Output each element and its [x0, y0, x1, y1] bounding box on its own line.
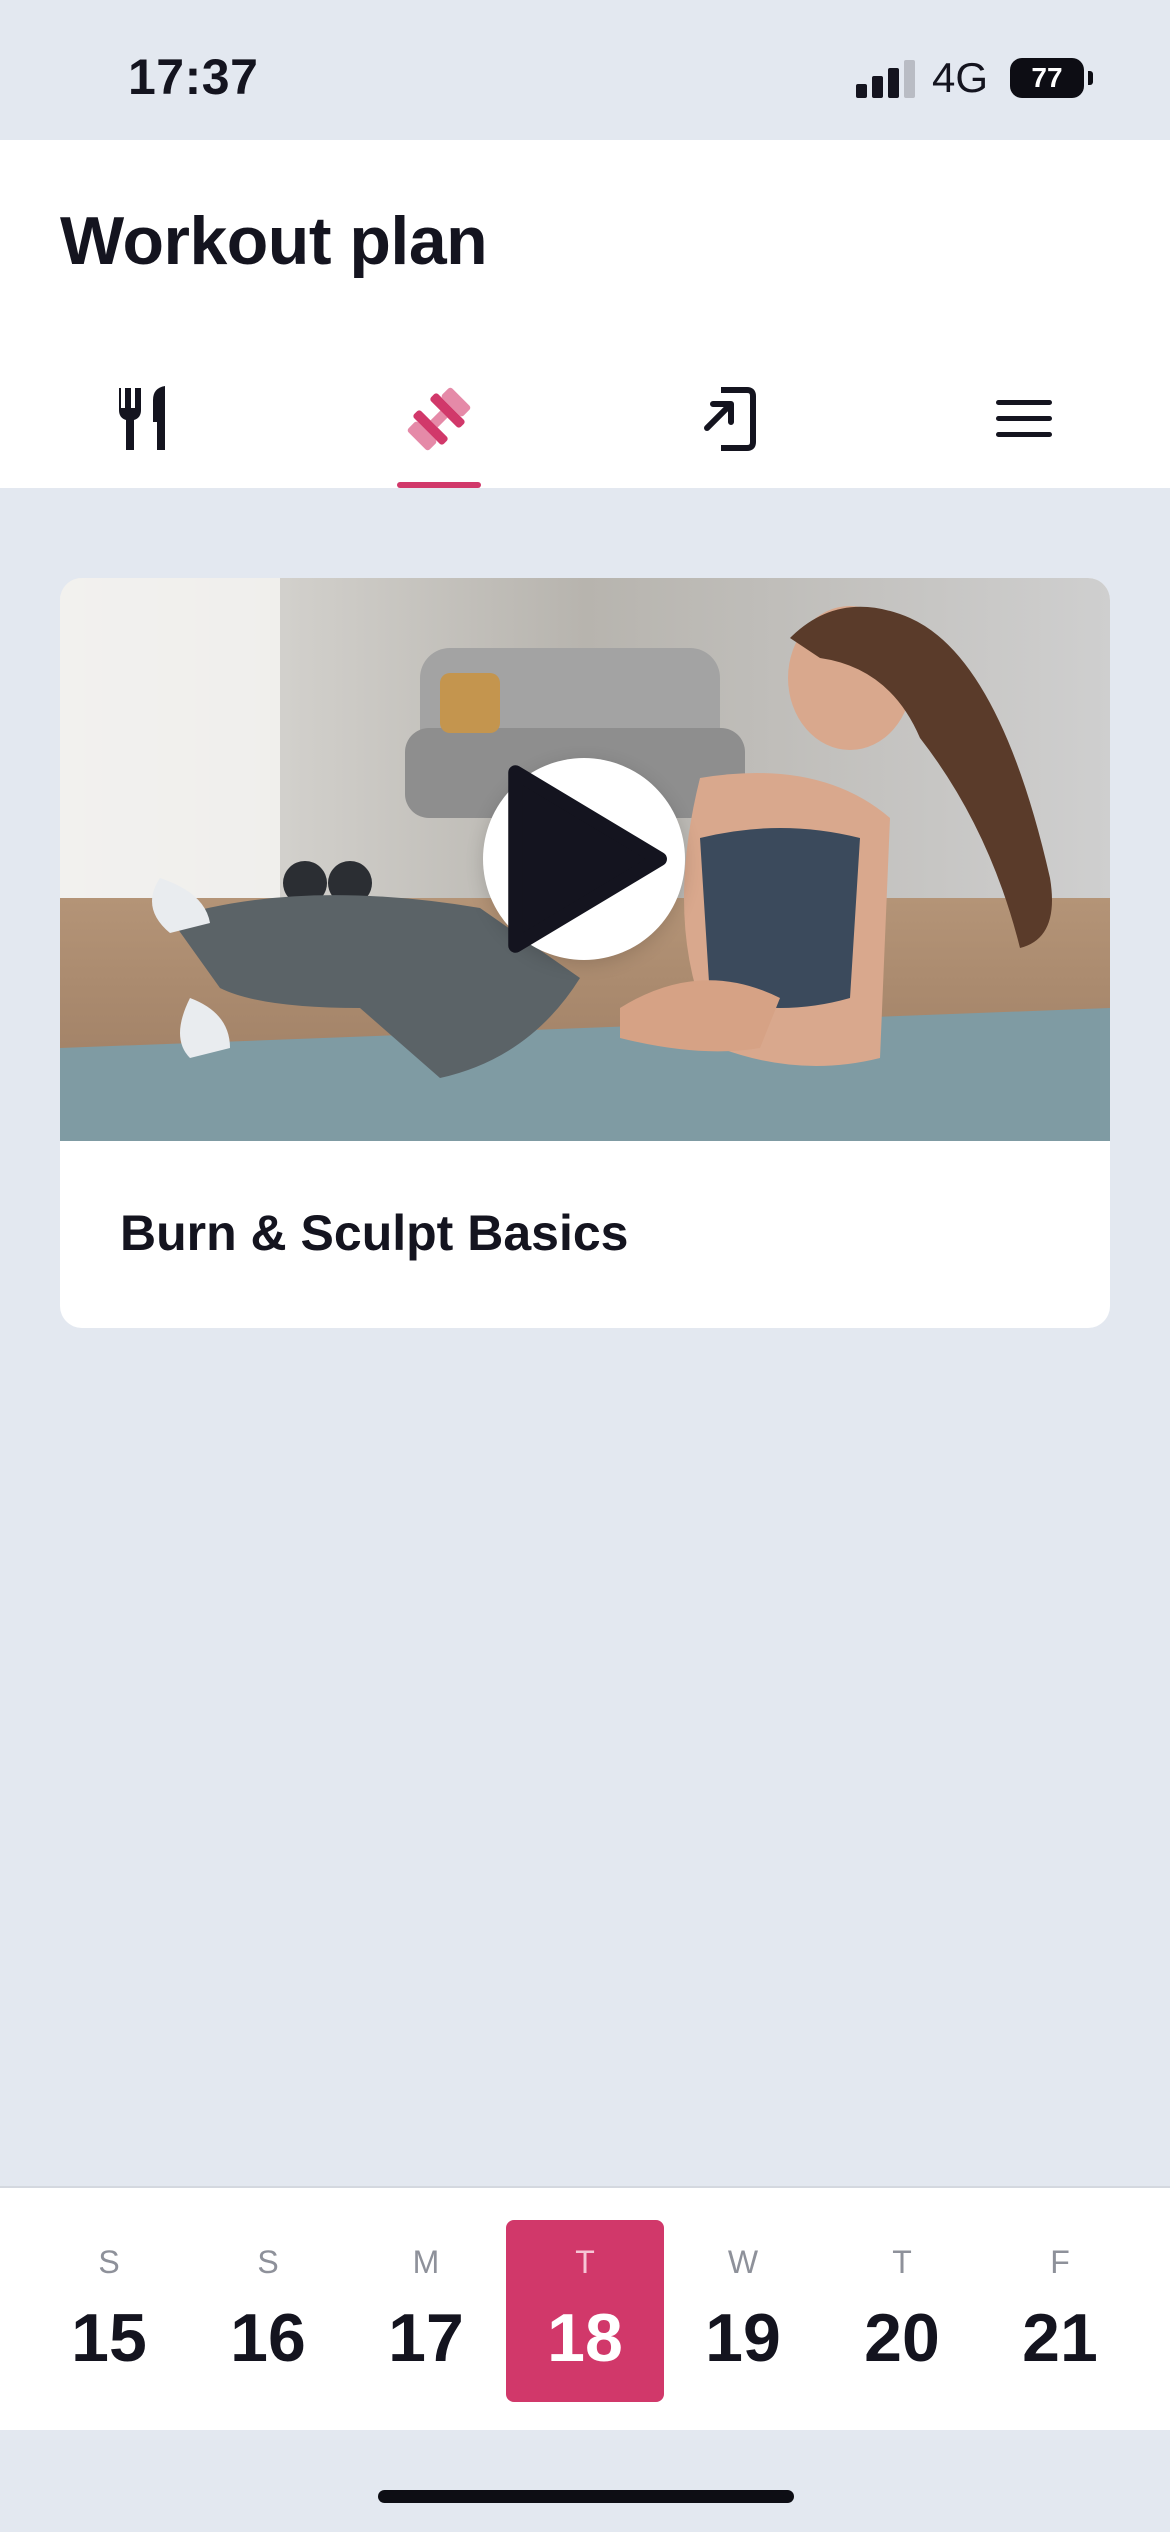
- battery-tip: [1088, 71, 1093, 85]
- day-number: 19: [705, 2300, 781, 2376]
- network-type: 4G: [932, 54, 989, 101]
- play-button[interactable]: [483, 758, 685, 960]
- tab-nutrition[interactable]: [46, 360, 246, 488]
- day-item[interactable]: T 20: [823, 2220, 981, 2402]
- day-of-week: S: [98, 2244, 120, 2280]
- day-item[interactable]: F 21: [981, 2220, 1139, 2402]
- day-item[interactable]: M 17: [347, 2220, 505, 2402]
- status-time: 17:37: [128, 49, 259, 105]
- day-number: 20: [864, 2300, 940, 2376]
- day-item-selected[interactable]: T 18: [506, 2220, 664, 2402]
- cellular-signal-icon: [856, 58, 916, 98]
- tab-login[interactable]: [632, 360, 832, 488]
- battery-icon: 77: [1010, 58, 1084, 98]
- play-icon: [508, 765, 667, 953]
- day-number: 15: [71, 2300, 147, 2376]
- fork-knife-icon: [119, 386, 165, 450]
- day-number: 21: [1022, 2300, 1098, 2376]
- day-of-week: M: [412, 2244, 440, 2280]
- day-number: 16: [230, 2300, 306, 2376]
- day-number: 17: [388, 2300, 464, 2376]
- workout-thumbnail[interactable]: [60, 578, 1110, 1141]
- login-arrow-icon: [704, 387, 756, 451]
- day-of-week: T: [575, 2244, 595, 2280]
- home-indicator[interactable]: [378, 2490, 794, 2503]
- day-item[interactable]: W 19: [664, 2220, 822, 2402]
- day-of-week: S: [257, 2244, 279, 2280]
- page-title: Workout plan: [60, 203, 488, 279]
- status-bar: 17:37 4G 77: [0, 0, 1170, 140]
- day-item[interactable]: S 16: [189, 2220, 347, 2402]
- workout-title: Burn & Sculpt Basics: [120, 1205, 629, 1261]
- day-of-week: W: [727, 2244, 759, 2280]
- dumbbell-icon: [407, 387, 471, 451]
- tab-workout[interactable]: [339, 360, 539, 488]
- active-tab-indicator: [397, 482, 481, 488]
- day-number: 18: [547, 2300, 623, 2376]
- tab-menu[interactable]: [925, 360, 1125, 488]
- app-header: Workout plan: [0, 140, 1170, 488]
- day-of-week: T: [892, 2244, 912, 2280]
- day-of-week: F: [1050, 2244, 1070, 2280]
- workout-card[interactable]: Burn & Sculpt Basics: [60, 578, 1110, 1328]
- week-day-picker: S 15 S 16 M 17 T 18 W 19 T 20 F 21: [0, 2186, 1170, 2430]
- day-item[interactable]: S 15: [30, 2220, 188, 2402]
- hamburger-menu-icon: [996, 400, 1052, 437]
